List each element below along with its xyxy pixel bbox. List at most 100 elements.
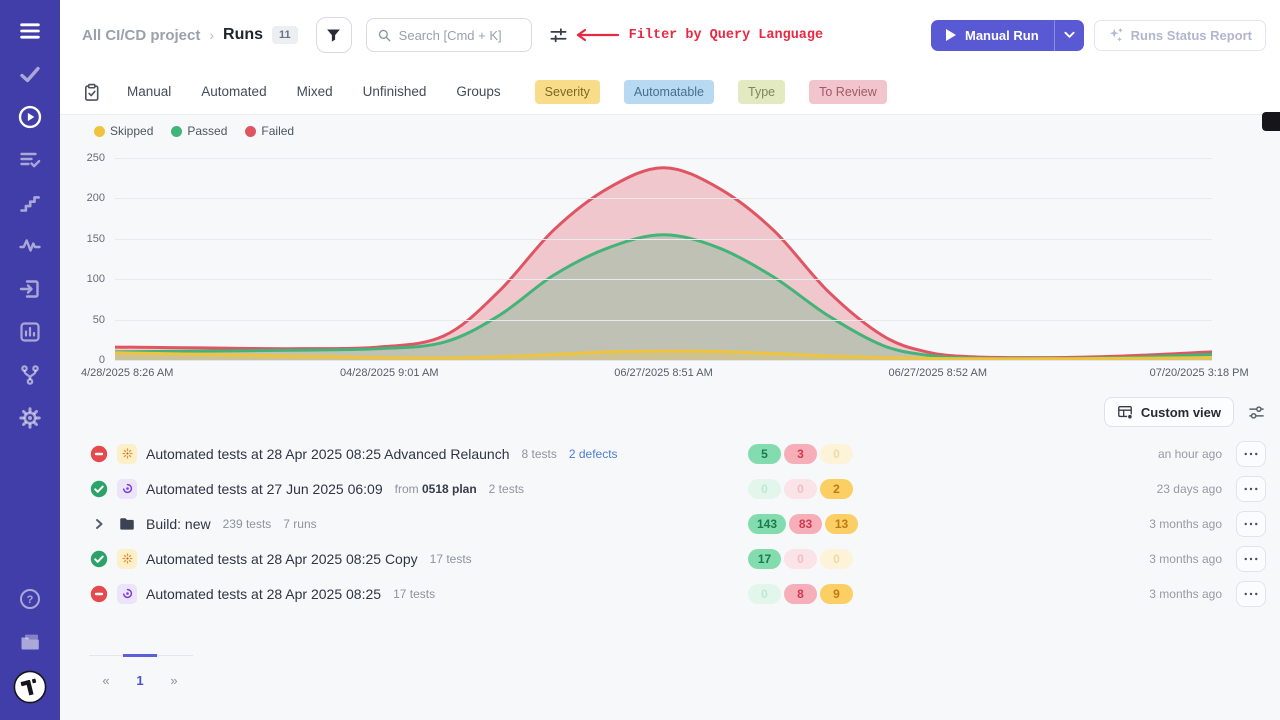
tab-groups[interactable]: Groups — [456, 84, 500, 99]
run-row[interactable]: Automated tests at 28 Apr 2025 08:25 Cop… — [60, 541, 1280, 576]
gridline — [115, 279, 1212, 280]
run-row[interactable]: Automated tests at 28 Apr 2025 08:25 Adv… — [60, 436, 1280, 471]
pill-severity[interactable]: Severity — [535, 80, 600, 104]
failed-count-badge: 83 — [789, 514, 822, 534]
run-timestamp: 3 months ago — [1149, 517, 1222, 531]
runs-count-badge: 11 — [272, 26, 298, 44]
y-axis-tick: 50 — [65, 314, 105, 326]
skipped-count-badge: 9 — [820, 584, 853, 604]
breadcrumb-project[interactable]: All CI/CD project — [82, 27, 200, 44]
filter-funnel-button[interactable] — [316, 17, 352, 53]
analytics-icon[interactable] — [10, 317, 50, 347]
skipped-count-badge: 0 — [820, 549, 853, 569]
breadcrumb-page-title: Runs — [223, 26, 263, 44]
defects-link[interactable]: 2 defects — [569, 447, 618, 461]
custom-view-button[interactable]: Custom view — [1104, 397, 1234, 427]
branch-icon[interactable] — [10, 360, 50, 390]
run-meta-text: from 0518 plan — [395, 482, 477, 496]
legend-skipped[interactable]: Skipped — [94, 124, 153, 138]
gridline — [115, 158, 1212, 159]
settings-gear-icon[interactable] — [10, 403, 50, 433]
search-icon — [377, 28, 392, 43]
failed-count-badge: 0 — [784, 479, 817, 499]
run-menu-button[interactable] — [1236, 511, 1266, 537]
run-timestamp: 3 months ago — [1149, 587, 1222, 601]
run-row[interactable]: Automated tests at 28 Apr 2025 08:25 17 … — [60, 576, 1280, 611]
failed-count-badge: 8 — [784, 584, 817, 604]
run-meta: 17 tests — [430, 552, 472, 566]
pulse-icon[interactable] — [10, 231, 50, 261]
manual-run-split-button: Manual Run — [931, 20, 1084, 51]
run-meta: 17 tests — [393, 587, 435, 601]
gridline — [115, 198, 1212, 199]
run-menu-button[interactable] — [1236, 476, 1266, 502]
area-chart: 250200150100500 — [115, 158, 1212, 360]
main-content: All CI/CD project › Runs 11 Filter by Qu… — [60, 0, 1280, 720]
run-title: Automated tests at 28 Apr 2025 08:25 Cop… — [146, 551, 418, 567]
gridline — [115, 239, 1212, 240]
run-row[interactable]: Automated tests at 27 Jun 2025 06:09 fro… — [60, 471, 1280, 506]
menu-icon[interactable] — [10, 16, 50, 46]
pagination-next-button[interactable]: » — [157, 654, 191, 694]
legend-dot — [245, 126, 256, 137]
search-input[interactable] — [399, 28, 519, 43]
y-axis-tick: 200 — [65, 192, 105, 204]
run-timestamp: 23 days ago — [1157, 482, 1222, 496]
chart-legend: Skipped Passed Failed — [94, 123, 1280, 139]
runs-status-report-button[interactable]: Runs Status Report — [1094, 20, 1266, 51]
pagination: « 1 » — [89, 655, 193, 694]
list-check-icon[interactable] — [10, 145, 50, 175]
run-row[interactable]: Build: new 239 tests7 runs 1438313 3 mon… — [60, 506, 1280, 541]
tab-mixed[interactable]: Mixed — [297, 84, 333, 99]
manual-run-button[interactable]: Manual Run — [931, 20, 1054, 51]
annotation-overlay: Filter by Query Language — [574, 27, 823, 43]
import-icon[interactable] — [10, 274, 50, 304]
legend-passed[interactable]: Passed — [171, 124, 227, 138]
legend-failed[interactable]: Failed — [245, 124, 294, 138]
pill-automatable[interactable]: Automatable — [624, 80, 714, 104]
help-icon[interactable]: ? — [10, 584, 50, 614]
run-menu-button[interactable] — [1236, 546, 1266, 572]
y-axis-tick: 150 — [65, 233, 105, 245]
top-bar-actions: Manual Run Runs Status Report — [931, 20, 1266, 51]
manual-run-label: Manual Run — [965, 28, 1039, 43]
skipped-count-badge: 2 — [820, 479, 853, 499]
play-icon — [946, 29, 956, 41]
run-menu-button[interactable] — [1236, 581, 1266, 607]
user-avatar[interactable] — [13, 670, 47, 704]
x-axis-tick: 4/28/2025 8:26 AM — [81, 367, 173, 379]
manual-run-dropdown-button[interactable] — [1054, 20, 1084, 51]
pagination-prev-button[interactable]: « — [89, 654, 123, 694]
steps-icon[interactable] — [10, 188, 50, 218]
pagination-page-1[interactable]: 1 — [123, 654, 157, 694]
tab-automated[interactable]: Automated — [201, 84, 266, 99]
projects-folder-icon[interactable] — [10, 627, 50, 657]
run-title: Build: new — [146, 516, 211, 532]
tabs-bar: Manual Automated Mixed Unfinished Groups Sev… — [60, 70, 1280, 115]
chevron-down-icon — [1064, 31, 1075, 39]
top-bar: All CI/CD project › Runs 11 Filter by Qu… — [60, 0, 1280, 70]
run-result-badges: 089 — [748, 584, 853, 604]
select-runs-icon[interactable] — [82, 83, 101, 102]
x-axis-tick: 06/27/2025 8:52 AM — [889, 367, 987, 379]
gridline — [115, 360, 1212, 361]
sidebar: ? — [0, 0, 60, 720]
query-language-filter-button[interactable] — [549, 26, 568, 45]
tab-manual[interactable]: Manual — [127, 84, 171, 99]
ellipsis-icon — [1244, 487, 1258, 491]
area-passed — [115, 235, 1212, 360]
check-icon[interactable] — [10, 59, 50, 89]
run-menu-button[interactable] — [1236, 441, 1266, 467]
expand-chevron-icon[interactable] — [90, 515, 108, 533]
run-title: Automated tests at 28 Apr 2025 08:25 — [146, 586, 381, 602]
passed-count-badge: 5 — [748, 444, 781, 464]
pill-type[interactable]: Type — [738, 80, 785, 104]
runs-play-circle-icon[interactable] — [10, 102, 50, 132]
x-axis-labels: 4/28/2025 8:26 AM04/28/2025 9:01 AM06/27… — [115, 367, 1212, 383]
pill-to-review[interactable]: To Review — [809, 80, 887, 104]
tab-unfinished[interactable]: Unfinished — [363, 84, 427, 99]
passed-count-badge: 17 — [748, 549, 781, 569]
search-box[interactable] — [366, 18, 532, 52]
list-settings-button[interactable] — [1247, 403, 1266, 422]
y-axis-tick: 250 — [65, 152, 105, 164]
